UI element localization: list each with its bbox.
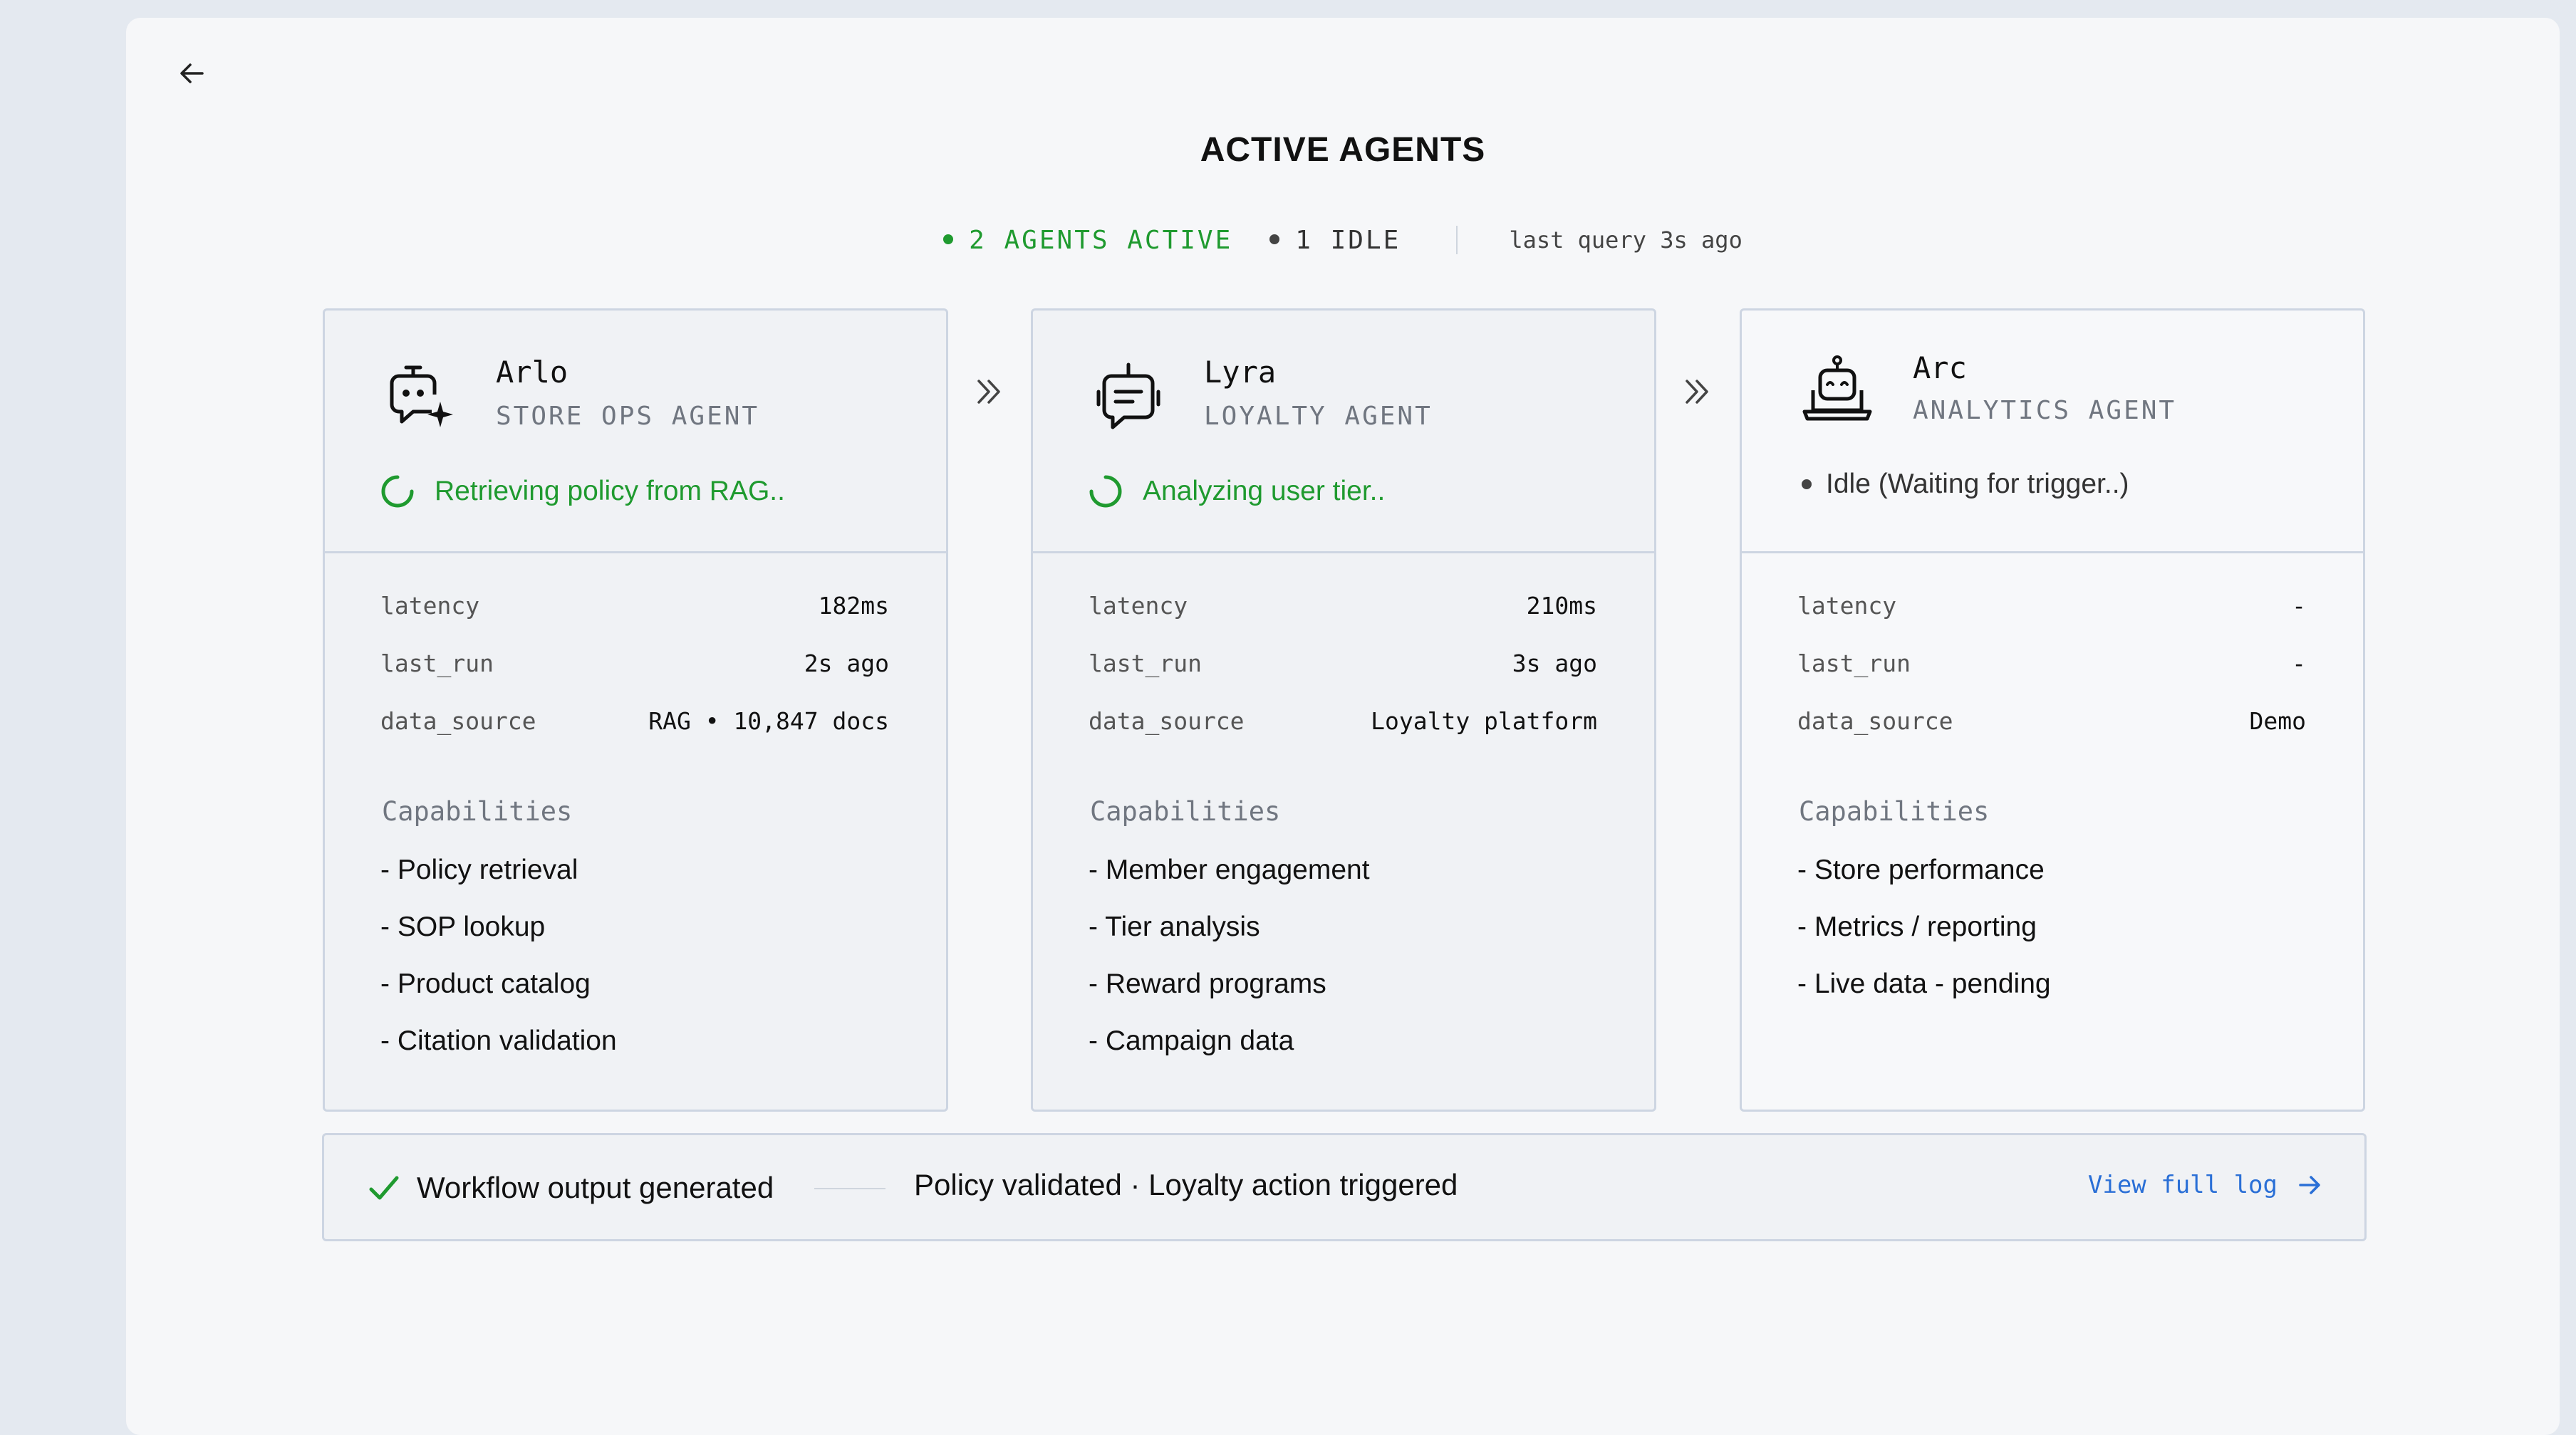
agent-card-arlo[interactable]: Arlo STORE OPS AGENT Retrieving policy f… [323,308,948,1112]
agent-card-header: Lyra LOYALTY AGENT Analyzing user tier.. [1033,311,1654,553]
agent-metrics: latency 210ms last_run 3s ago data_source L… [1089,592,1597,765]
agent-status: Retrieving policy from RAG.. [380,474,785,508]
capability-item: - SOP lookup [380,912,546,942]
metric-key: data_source [380,707,536,735]
agent-role: LOYALTY AGENT [1204,402,1433,431]
workflow-output-bar: Workflow output generated Policy validat… [322,1133,2367,1241]
robot-chat-icon [1096,362,1160,429]
capability-item: - Live data - pending [1797,969,2051,999]
workflow-done-label: Workflow output generated [417,1171,774,1204]
capability-item: - Tier analysis [1089,912,1260,942]
robot-sparkle-icon [390,365,453,427]
agent-card-arc[interactable]: Arc ANALYTICS AGENT Idle (Waiting for tr… [1740,308,2365,1112]
agent-status-text: Analyzing user tier.. [1143,476,1386,506]
loading-spinner-icon [381,475,414,508]
metric-key: latency [1089,592,1188,620]
idle-dot-icon [1269,234,1280,244]
agent-card-lyra[interactable]: Lyra LOYALTY AGENT Analyzing user tier..… [1031,308,1656,1112]
capability-item: - Member engagement [1089,855,1370,885]
back-button[interactable] [170,52,213,95]
last-query: last query 3s ago [1509,226,1743,254]
check-icon [369,1176,399,1200]
agent-card-header: Arlo STORE OPS AGENT Retrieving policy f… [325,311,946,553]
metric-last-run: last_run 3s ago [1089,649,1597,707]
divider [1456,226,1458,254]
agent-name: Lyra [1204,355,1277,390]
agent-metrics: latency 182ms last_run 2s ago data_source R… [380,592,889,765]
capability-item: - Product catalog [380,969,591,999]
active-count: 2 AGENTS ACTIVE [943,226,1232,255]
metric-value: 3s ago [1512,649,1597,677]
metric-value: 210ms [1526,592,1597,620]
idle-count: 1 IDLE [1269,226,1401,255]
agent-status: Idle (Waiting for trigger..) [1802,469,2129,500]
agent-status-text: Idle (Waiting for trigger..) [1826,469,2129,499]
capability-item: - Reward programs [1089,969,1326,999]
metric-latency: latency 210ms [1089,592,1597,649]
metric-key: latency [380,592,480,620]
metric-key: latency [1797,592,1897,620]
idle-dot-icon [1802,479,1812,489]
chevron-double-right-icon [977,380,1000,404]
capability-item: - Policy retrieval [380,855,578,885]
metric-latency: latency 182ms [380,592,889,649]
metric-last-run: last_run - [1797,649,2306,707]
agent-card-header: Arc ANALYTICS AGENT Idle (Waiting for tr… [1742,311,2363,553]
agent-status-text: Retrieving policy from RAG.. [435,476,785,506]
metric-value: 2s ago [804,649,889,677]
main-panel: ACTIVE AGENTS 2 AGENTS ACTIVE 1 IDLE las… [126,18,2560,1435]
metric-data-source: data_source RAG • 10,847 docs [380,707,889,765]
metric-latency: latency - [1797,592,2306,649]
capability-item: - Campaign data [1089,1026,1294,1056]
arrow-right-icon [2299,1176,2320,1194]
agent-status: Analyzing user tier.. [1089,474,1385,508]
capabilities-list: - Policy retrieval - SOP lookup - Produc… [380,855,617,1082]
metric-value: Loyalty platform [1371,707,1597,735]
capabilities-title: Capabilities [1799,796,1990,827]
view-full-log-label: View full log [2087,1171,2278,1199]
agent-metrics: latency - last_run - data_source Demo [1797,592,2306,765]
agent-status-summary: 2 AGENTS ACTIVE 1 IDLE last query 3s ago [126,219,2560,261]
agent-name: Arlo [496,355,568,390]
metric-value: - [2292,592,2306,620]
capability-item: - Metrics / reporting [1797,912,2037,942]
capabilities-list: - Member engagement - Tier analysis - Re… [1089,855,1370,1082]
metric-key: last_run [1797,649,1911,677]
capability-item: - Store performance [1797,855,2045,885]
agent-role: ANALYTICS AGENT [1913,396,2177,425]
chevron-double-right-icon [1686,380,1708,404]
capabilities-list: - Store performance - Metrics / reportin… [1797,855,2051,1026]
page-title: ACTIVE AGENTS [1200,131,1486,169]
metric-key: last_run [1089,649,1202,677]
view-full-log-link[interactable]: View full log [2088,1171,2322,1199]
capabilities-title: Capabilities [382,796,573,827]
loading-spinner-icon [1089,475,1122,508]
workflow-summary: Policy validated · Loyalty action trigge… [914,1168,1458,1201]
robot-laptop-icon [1802,355,1872,421]
metric-key: last_run [380,649,494,677]
metric-value: - [2292,649,2306,677]
capability-item: - Citation validation [380,1026,617,1056]
active-dot-icon [943,234,954,244]
metric-data-source: data_source Demo [1797,707,2306,765]
metric-key: data_source [1089,707,1245,735]
divider [814,1188,886,1189]
metric-value: RAG • 10,847 docs [648,707,889,735]
metric-key: data_source [1797,707,1953,735]
metric-data-source: data_source Loyalty platform [1089,707,1597,765]
arrow-left-icon [180,63,204,83]
metric-value: 182ms [818,592,889,620]
metric-last-run: last_run 2s ago [380,649,889,707]
active-count-label: 2 AGENTS ACTIVE [969,225,1233,255]
idle-count-label: 1 IDLE [1295,225,1401,255]
capabilities-title: Capabilities [1090,796,1281,827]
agent-name: Arc [1913,350,1967,385]
agent-role: STORE OPS AGENT [496,402,760,431]
metric-value: Demo [2249,707,2306,735]
